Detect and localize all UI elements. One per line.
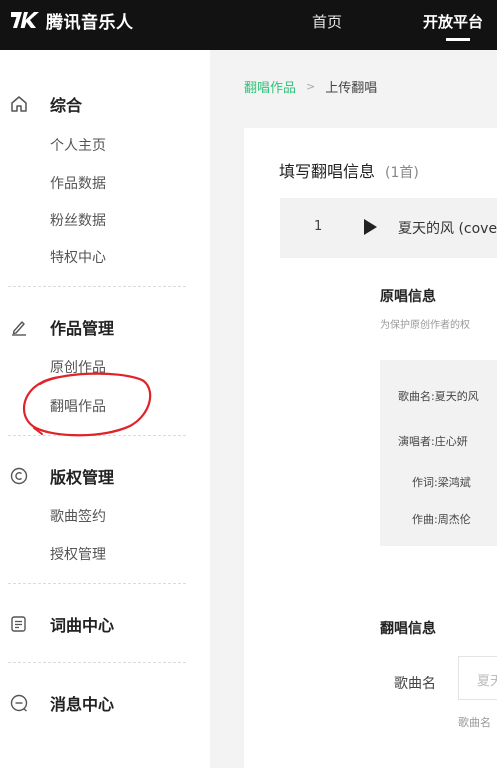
- play-icon[interactable]: [362, 218, 378, 236]
- sidebar-group-label: 词曲中心: [50, 616, 115, 635]
- sidebar-group-lyrics-center[interactable]: 词曲中心: [8, 612, 114, 636]
- original-composer: 作曲:周杰伦: [412, 513, 471, 526]
- original-lyricist: 作词:梁鸿斌: [412, 476, 471, 489]
- sidebar-divider: [8, 286, 186, 287]
- song-index: 1: [314, 219, 323, 234]
- nav-home[interactable]: 首页: [312, 11, 342, 32]
- lyrics-icon: [8, 613, 30, 635]
- home-icon: [8, 93, 30, 115]
- song-name: 夏天的风 (cove: [398, 221, 497, 237]
- sidebar-item-original-works[interactable]: 原创作品: [50, 357, 106, 377]
- nav-open-platform[interactable]: 开放平台: [423, 11, 483, 32]
- pencil-icon: [8, 316, 30, 338]
- original-info-desc: 为保护原创作者的权: [380, 320, 470, 331]
- song-name-label: 歌曲名: [394, 676, 436, 692]
- nav-active-indicator: [446, 38, 470, 41]
- sidebar-item-song-signing[interactable]: 歌曲签约: [50, 506, 106, 526]
- sidebar-group-label: 作品管理: [50, 319, 115, 338]
- sidebar-item-work-data[interactable]: 作品数据: [50, 173, 106, 193]
- breadcrumb-current: 上传翻唱: [325, 81, 378, 96]
- message-icon: [8, 692, 30, 714]
- sidebar: 综合 个人主页 作品数据 粉丝数据 特权中心 作品管理 原创作品 翻唱作品 版权…: [0, 50, 210, 768]
- sidebar-divider: [8, 662, 186, 663]
- sidebar-item-license-management[interactable]: 授权管理: [50, 544, 106, 564]
- sidebar-group-label: 综合: [50, 96, 83, 115]
- sidebar-item-profile[interactable]: 个人主页: [50, 135, 106, 155]
- song-count: (1首): [385, 165, 419, 181]
- card-title-text: 填写翻唱信息: [279, 162, 376, 181]
- sidebar-divider: [8, 583, 186, 584]
- copyright-icon: [8, 465, 30, 487]
- song-name-input[interactable]: 夏天: [458, 656, 497, 700]
- top-bar: 腾讯音乐人 首页 开放平台: [0, 0, 497, 50]
- original-info-box: 歌曲名:夏天的风 演唱者:庄心妍 作词:梁鸿斌 作曲:周杰伦: [380, 360, 497, 546]
- original-info-title: 原唱信息: [380, 289, 436, 305]
- sidebar-group-works[interactable]: 作品管理: [8, 315, 114, 339]
- cover-info-title: 翻唱信息: [380, 621, 436, 637]
- sidebar-divider: [8, 435, 186, 436]
- tme-logo-icon: [11, 12, 39, 28]
- sidebar-item-fan-data[interactable]: 粉丝数据: [50, 210, 106, 230]
- upload-cover-card: 填写翻唱信息 (1首) 1 夏天的风 (cove 原唱信息 为保护原创作者的权 歌…: [244, 128, 497, 768]
- sidebar-group-copyright[interactable]: 版权管理: [8, 464, 114, 488]
- sidebar-group-label: 版权管理: [50, 468, 115, 487]
- sidebar-group-general[interactable]: 综合: [8, 92, 82, 116]
- breadcrumb-separator: >: [306, 80, 316, 93]
- original-singer: 演唱者:庄心妍: [398, 435, 468, 448]
- sidebar-item-privilege[interactable]: 特权中心: [50, 247, 106, 267]
- song-name-hint: 歌曲名: [458, 716, 491, 729]
- original-song-name: 歌曲名:夏天的风: [398, 390, 479, 403]
- sidebar-item-cover-works[interactable]: 翻唱作品: [50, 396, 106, 416]
- breadcrumb-cover-works-link[interactable]: 翻唱作品: [244, 77, 296, 96]
- card-title: 填写翻唱信息 (1首): [279, 158, 419, 182]
- song-row[interactable]: 1 夏天的风 (cove: [280, 198, 497, 258]
- logo-text: 腾讯音乐人: [46, 12, 134, 33]
- sidebar-group-message-center[interactable]: 消息中心: [8, 691, 114, 715]
- breadcrumb: 翻唱作品 > 上传翻唱: [244, 77, 377, 96]
- logo[interactable]: 腾讯音乐人: [10, 8, 134, 33]
- sidebar-group-label: 消息中心: [50, 695, 115, 714]
